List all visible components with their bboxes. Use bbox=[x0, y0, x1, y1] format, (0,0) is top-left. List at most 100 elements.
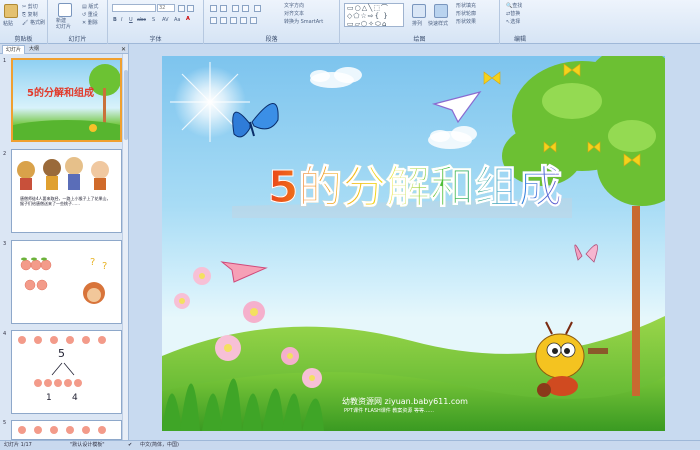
smartart-button[interactable]: 转换为 SmartArt bbox=[284, 18, 323, 25]
reset-button[interactable]: ↺ 重设 bbox=[82, 11, 98, 18]
text-direction-button[interactable]: 文字方向 bbox=[284, 2, 304, 9]
shrink-font-icon[interactable] bbox=[187, 5, 194, 12]
tab-outline[interactable]: 大纲 bbox=[26, 45, 42, 54]
tree-trunk bbox=[632, 206, 640, 396]
slide-thumbnail-2[interactable]: 唐僧师徒4人要来取经，一路上小猴子上了花果山，猴子们给唐僧送来了一些桃子…… bbox=[11, 149, 122, 233]
slide-thumbnail-5[interactable] bbox=[11, 420, 122, 440]
cut-button[interactable]: ✂ 剪切 bbox=[22, 3, 38, 10]
svg-text:?: ? bbox=[90, 257, 95, 268]
clipboard-group: 粘贴 ✂ 剪切 ⎘ 复制 🖌 格式刷 剪贴板 bbox=[0, 0, 48, 44]
clipboard-label: 剪贴板 bbox=[14, 36, 33, 43]
watermark-line-2: PPT课件 FLASH课件 教案资源 等等…… bbox=[344, 408, 434, 414]
panel-tabs: 幻灯片 大纲 ✕ bbox=[0, 44, 128, 54]
slide-scene bbox=[162, 56, 665, 431]
drawing-label: 绘图 bbox=[413, 36, 426, 43]
slides-panel: 幻灯片 大纲 ✕ 1 5的分解和组成 2 唐僧师徒4人要来取经，一路上小猴子上了… bbox=[0, 44, 129, 440]
find-button[interactable]: 🔍查找 bbox=[506, 2, 522, 9]
cloud-icon bbox=[428, 126, 477, 149]
slide-number: 3 bbox=[3, 241, 7, 247]
replace-button[interactable]: ⇄替换 bbox=[506, 10, 520, 17]
font-name-select[interactable] bbox=[112, 4, 156, 12]
paragraph-label: 段落 bbox=[265, 36, 278, 43]
font-color-button[interactable]: A bbox=[186, 16, 190, 22]
bee-character-icon bbox=[535, 321, 585, 397]
paste-button[interactable]: 粘贴 bbox=[3, 20, 13, 27]
watermark-line-1: 幼教资源网 ziyuan.baby611.com bbox=[342, 397, 468, 406]
font-group: 32 B I U abc S AV Aa A 字体 bbox=[108, 0, 204, 44]
slide-number: 1 bbox=[3, 58, 7, 64]
current-slide[interactable]: 5的分解和组成 幼教资源网 ziyuan.baby611.com PPT课件 F… bbox=[162, 56, 665, 431]
slides-group: 新建 幻灯片 ▤ 版式 ↺ 重设 ✕ 删除 幻灯片 bbox=[48, 0, 108, 44]
svg-text:?: ? bbox=[102, 261, 107, 272]
tab-slides[interactable]: 幻灯片 bbox=[2, 45, 26, 54]
bow-icon bbox=[483, 71, 501, 85]
new-slide-icon[interactable] bbox=[58, 3, 72, 17]
quick-styles-icon[interactable] bbox=[434, 4, 448, 18]
slide-number: 2 bbox=[3, 151, 7, 157]
status-bar: 幻灯片 1/17 "默认设计模板" ✔ 中文(简体，中国) bbox=[0, 440, 700, 449]
new-slide-button[interactable]: 新建 幻灯片 bbox=[56, 18, 71, 30]
thumb-1-title: 5的分解和组成 bbox=[27, 88, 94, 99]
quick-styles-button[interactable]: 快速样式 bbox=[428, 20, 448, 27]
thumb-2-text: 唐僧师徒4人要来取经，一路上小猴子上了花果山，猴子们给唐僧送来了一些桃子…… bbox=[20, 196, 111, 206]
align-left-icon[interactable] bbox=[210, 17, 217, 24]
align-text-button[interactable]: 对齐文本 bbox=[284, 10, 304, 17]
paste-icon[interactable] bbox=[4, 4, 18, 18]
align-right-icon[interactable] bbox=[230, 17, 237, 24]
arrange-icon[interactable] bbox=[412, 4, 426, 18]
numbering-icon[interactable] bbox=[220, 5, 227, 12]
shape-fill-button[interactable]: 形状填充 bbox=[456, 2, 476, 9]
thumb-4-digit-left: 1 bbox=[46, 393, 52, 403]
change-case-button[interactable]: Aa bbox=[174, 17, 180, 23]
copy-button[interactable]: ⎘ 复制 bbox=[22, 11, 38, 18]
slide-number: 5 bbox=[3, 420, 7, 426]
thumb-4-digit-right: 4 bbox=[72, 393, 78, 403]
italic-button[interactable]: I bbox=[121, 17, 122, 23]
slide-thumbnail-1[interactable]: 5的分解和组成 bbox=[11, 58, 122, 142]
close-panel-icon[interactable]: ✕ bbox=[118, 45, 129, 54]
slide-thumbnail-3[interactable]: ? ? bbox=[11, 240, 122, 324]
ribbon: 粘贴 ✂ 剪切 ⎘ 复制 🖌 格式刷 剪贴板 新建 幻灯片 ▤ 版式 ↺ 重设 … bbox=[0, 0, 700, 44]
decrease-indent-icon[interactable] bbox=[232, 5, 239, 12]
slide-title[interactable]: 5的分解和组成 bbox=[250, 163, 580, 212]
drawing-group: ▭○△╲⬚⌒ ◇⬠☆⇨{ } ▭▱⬡✧⬭⌂ 排列 快速样式 形状填充 形状轮廓 形状… bbox=[340, 0, 500, 44]
shape-effects-button[interactable]: 形状效果 bbox=[456, 18, 476, 25]
shadow-button[interactable]: S bbox=[152, 17, 155, 23]
thumb-4-digit-top: 5 bbox=[58, 347, 65, 360]
select-button[interactable]: ↖选择 bbox=[506, 18, 520, 25]
line-spacing-icon[interactable] bbox=[254, 5, 261, 12]
slide-thumbnail-4[interactable]: 5 1 4 bbox=[11, 330, 122, 414]
arrange-button[interactable]: 排列 bbox=[412, 20, 422, 27]
editing-group: 🔍查找 ⇄替换 ↖选择 编辑 bbox=[500, 0, 540, 44]
strikethrough-button[interactable]: abc bbox=[137, 17, 146, 23]
bold-button[interactable]: B bbox=[113, 17, 117, 23]
font-size-select[interactable]: 32 bbox=[157, 4, 175, 12]
columns-icon[interactable] bbox=[250, 17, 257, 24]
char-spacing-button[interactable]: AV bbox=[162, 17, 169, 23]
shape-outline-button[interactable]: 形状轮廓 bbox=[456, 10, 476, 17]
paragraph-group: 文字方向 对齐文本 转换为 SmartArt 段落 bbox=[204, 0, 340, 44]
format-painter-button[interactable]: 🖌 格式刷 bbox=[22, 19, 45, 26]
scrollbar-thumb[interactable] bbox=[124, 70, 128, 140]
bench-icon bbox=[588, 348, 608, 354]
bee-icon bbox=[89, 124, 97, 132]
shapes-gallery[interactable]: ▭○△╲⬚⌒ ◇⬠☆⇨{ } ▭▱⬡✧⬭⌂ bbox=[344, 3, 404, 28]
align-center-icon[interactable] bbox=[220, 17, 227, 24]
layout-button[interactable]: ▤ 版式 bbox=[82, 3, 98, 10]
grow-font-icon[interactable] bbox=[178, 5, 185, 12]
slide-editor: 5的分解和组成 幼教资源网 ziyuan.baby611.com PPT课件 F… bbox=[130, 44, 700, 440]
slides-label: 幻灯片 bbox=[68, 36, 87, 43]
paper-plane-icon bbox=[220, 261, 268, 283]
butterfly-icon bbox=[574, 244, 598, 263]
delete-button[interactable]: ✕ 删除 bbox=[82, 19, 98, 26]
paper-plane-icon bbox=[431, 90, 482, 124]
bullets-icon[interactable] bbox=[210, 5, 217, 12]
underline-button[interactable]: U bbox=[129, 17, 133, 23]
justify-icon[interactable] bbox=[240, 17, 247, 24]
panel-scrollbar[interactable] bbox=[122, 54, 128, 440]
editing-label: 编辑 bbox=[513, 36, 526, 43]
increase-indent-icon[interactable] bbox=[242, 5, 249, 12]
slide-number: 4 bbox=[3, 331, 7, 337]
font-label: 字体 bbox=[149, 36, 162, 43]
thumb-1-scene bbox=[13, 64, 120, 140]
